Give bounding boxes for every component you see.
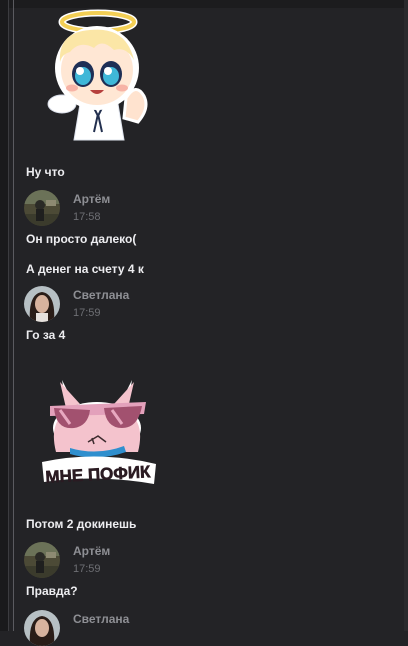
message-text: Потом 2 докинешь [26, 517, 137, 531]
message-text: Ну что [26, 165, 65, 179]
author-name[interactable]: Светлана [73, 612, 129, 626]
message-text: Он просто далеко( [26, 232, 137, 246]
author-name[interactable]: Артём [73, 192, 110, 206]
angel-sticker[interactable] [40, 8, 155, 143]
cat-sunglasses-sticker[interactable]: МНЕ ПОФИК [30, 358, 165, 498]
avatar[interactable] [24, 190, 60, 226]
avatar[interactable] [24, 610, 60, 646]
avatar-artyom [24, 190, 60, 226]
scrollbar-track[interactable] [404, 0, 408, 631]
avatar-svetlana [24, 286, 60, 322]
message-time[interactable]: 17:58 [73, 211, 101, 223]
thread-rail-inner [13, 0, 14, 631]
avatar-artyom [24, 542, 60, 578]
author-name[interactable]: Светлана [73, 288, 129, 302]
message-text: А денег на счету 4 к [26, 262, 144, 276]
avatar[interactable] [24, 286, 60, 322]
message-text: Правда? [26, 584, 78, 598]
top-bar [0, 0, 408, 8]
thread-rail [8, 0, 9, 631]
avatar-svetlana [24, 610, 60, 646]
avatar[interactable] [24, 542, 60, 578]
author-name[interactable]: Артём [73, 544, 110, 558]
message-time[interactable]: 17:59 [73, 563, 101, 575]
message-text: Го за 4 [26, 328, 66, 342]
left-edge [0, 0, 8, 631]
message-time[interactable]: 17:59 [73, 307, 101, 319]
